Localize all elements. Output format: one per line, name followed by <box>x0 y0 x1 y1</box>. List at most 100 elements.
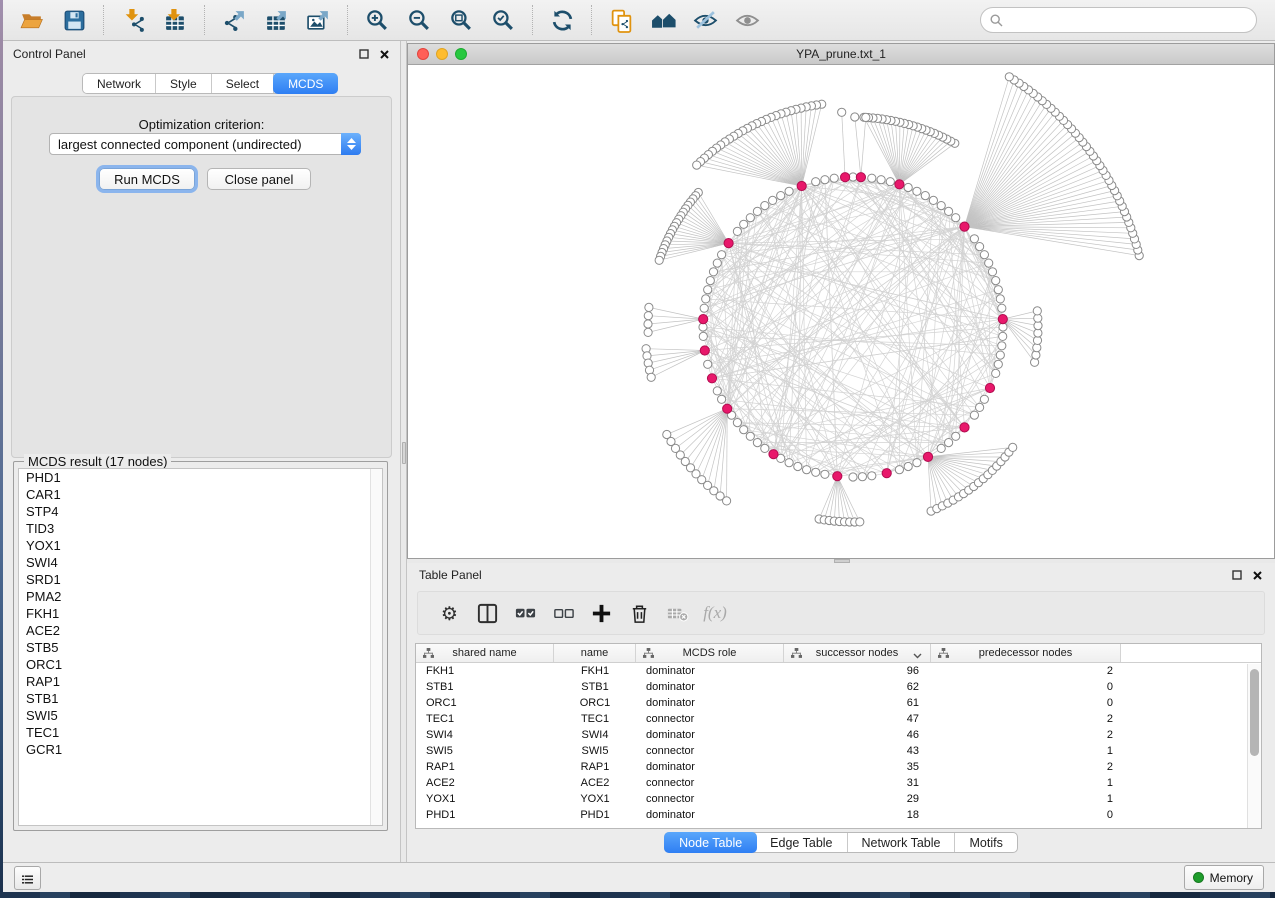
search-input[interactable] <box>980 7 1257 33</box>
network-canvas[interactable] <box>408 65 1274 558</box>
create-column-button[interactable] <box>584 596 618 630</box>
float-panel-icon[interactable] <box>359 49 370 60</box>
column-header-name[interactable]: name <box>554 644 636 662</box>
run-mcds-button[interactable]: Run MCDS <box>99 168 195 190</box>
control-panel-header: Control Panel <box>3 41 400 67</box>
zoom-in-button[interactable] <box>356 3 398 37</box>
mcds-result-item[interactable]: TID3 <box>19 520 382 537</box>
task-history-button[interactable] <box>14 866 41 890</box>
deselect-all-button[interactable] <box>546 596 580 630</box>
table-scrollbar-thumb[interactable] <box>1250 669 1259 756</box>
tab-network[interactable]: Network <box>83 74 156 93</box>
mcds-result-item[interactable]: PHD1 <box>19 469 382 486</box>
tab-edge-table[interactable]: Edge Table <box>756 833 847 852</box>
mcds-result-item[interactable]: SRD1 <box>19 571 382 588</box>
tab-motifs[interactable]: Motifs <box>955 833 1016 852</box>
float-panel-icon[interactable] <box>1232 570 1243 581</box>
table-row[interactable]: ACE2ACE2connector311 <box>416 775 1261 791</box>
delete-column-button[interactable] <box>622 596 656 630</box>
table-row[interactable]: PHD1PHD1dominator180 <box>416 807 1261 823</box>
mcds-result-item[interactable]: STP4 <box>19 503 382 520</box>
splitter-grip[interactable] <box>402 442 406 464</box>
save-session-button[interactable] <box>53 3 95 37</box>
column-header-shared-name[interactable]: shared name <box>416 644 554 662</box>
show-graphics-details-button[interactable] <box>726 3 768 37</box>
tab-select[interactable]: Select <box>212 74 274 93</box>
table-row[interactable]: SWI5SWI5connector431 <box>416 743 1261 759</box>
table-row[interactable]: ORC1ORC1dominator610 <box>416 695 1261 711</box>
table-scrollbar[interactable] <box>1247 664 1261 829</box>
export-network-button[interactable] <box>213 3 255 37</box>
mcds-result-item[interactable]: SWI4 <box>19 554 382 571</box>
mcds-result-item[interactable]: PMA2 <box>19 588 382 605</box>
column-header-predecessor-nodes[interactable]: predecessor nodes <box>931 644 1121 662</box>
mcds-result-item[interactable]: SWI5 <box>19 707 382 724</box>
vertical-splitter[interactable] <box>400 41 407 862</box>
table-cell: 46 <box>784 729 931 741</box>
table-cell: ORC1 <box>554 697 636 709</box>
mcds-result-item[interactable]: YOX1 <box>19 537 382 554</box>
table-cell: 47 <box>784 713 931 725</box>
hide-graphics-details-button[interactable] <box>684 3 726 37</box>
first-neighbors-icon <box>651 8 676 33</box>
search-text[interactable] <box>1009 13 1256 27</box>
export-table-button[interactable] <box>255 3 297 37</box>
import-network-button[interactable] <box>112 3 154 37</box>
column-type-icon <box>643 648 654 662</box>
function-builder-button[interactable]: f(x) <box>698 596 732 630</box>
open-file-button[interactable] <box>11 3 53 37</box>
table-row[interactable]: FKH1FKH1dominator962 <box>416 663 1261 679</box>
mcds-result-item[interactable]: ACE2 <box>19 622 382 639</box>
export-image-button[interactable] <box>297 3 339 37</box>
zoom-selected-button[interactable] <box>482 3 524 37</box>
network-window-titlebar[interactable]: YPA_prune.txt_1 <box>408 44 1274 65</box>
mcds-result-item[interactable]: GCR1 <box>19 741 382 758</box>
import-network-icon <box>121 8 146 33</box>
table-row[interactable]: YOX1YOX1connector291 <box>416 791 1261 807</box>
show-columns-button[interactable] <box>470 596 504 630</box>
first-neighbors-button[interactable] <box>642 3 684 37</box>
table-settings-button[interactable]: ⚙ <box>432 596 466 630</box>
tab-mcds[interactable]: MCDS <box>273 73 338 94</box>
clone-network-button[interactable] <box>600 3 642 37</box>
mcds-result-item[interactable]: STB1 <box>19 690 382 707</box>
mcds-result-item[interactable]: STB5 <box>19 639 382 656</box>
refresh-view-button[interactable] <box>541 3 583 37</box>
close-panel-icon[interactable] <box>1252 570 1263 581</box>
mcds-list-scrollbar[interactable] <box>370 469 382 825</box>
import-table-button[interactable] <box>154 3 196 37</box>
table-cell: SWI4 <box>554 729 636 741</box>
tab-style[interactable]: Style <box>156 74 212 93</box>
column-header-MCDS-role[interactable]: MCDS role <box>636 644 784 662</box>
zoom-out-button[interactable] <box>398 3 440 37</box>
close-panel-icon[interactable] <box>379 49 390 60</box>
mcds-result-item[interactable]: RAP1 <box>19 673 382 690</box>
table-cell: 18 <box>784 809 931 821</box>
table-row[interactable]: RAP1RAP1dominator352 <box>416 759 1261 775</box>
mcds-result-item[interactable]: FKH1 <box>19 605 382 622</box>
table-cell: STB1 <box>416 681 554 693</box>
criterion-dropdown[interactable]: largest connected component (undirected) <box>49 133 361 155</box>
node-table[interactable]: shared namenameMCDS rolesuccessor nodesp… <box>415 643 1262 829</box>
delete-table-button[interactable] <box>660 596 694 630</box>
select-all-button[interactable] <box>508 596 542 630</box>
table-row[interactable]: TEC1TEC1connector472 <box>416 711 1261 727</box>
mcds-tab-content: Optimization criterion: largest connecte… <box>11 96 392 458</box>
table-cell: 0 <box>931 681 1121 693</box>
close-panel-button[interactable]: Close panel <box>207 168 311 190</box>
table-row[interactable]: STB1STB1dominator620 <box>416 679 1261 695</box>
tab-network-table[interactable]: Network Table <box>848 833 956 852</box>
mcds-result-item[interactable]: ORC1 <box>19 656 382 673</box>
column-header-successor-nodes[interactable]: successor nodes <box>784 644 931 662</box>
table-cell: 29 <box>784 793 931 805</box>
zoom-fit-button[interactable] <box>440 3 482 37</box>
table-row[interactable]: SWI4SWI4dominator462 <box>416 727 1261 743</box>
network-graph[interactable] <box>408 65 1274 558</box>
mcds-result-list[interactable]: PHD1CAR1STP4TID3YOX1SWI4SRD1PMA2FKH1ACE2… <box>18 468 383 826</box>
mcds-result-item[interactable]: TEC1 <box>19 724 382 741</box>
table-cell: 1 <box>931 777 1121 789</box>
tab-node-table[interactable]: Node Table <box>664 832 757 853</box>
mcds-result-item[interactable]: CAR1 <box>19 486 382 503</box>
memory-button[interactable]: Memory <box>1184 865 1264 890</box>
table-cell: TEC1 <box>554 713 636 725</box>
